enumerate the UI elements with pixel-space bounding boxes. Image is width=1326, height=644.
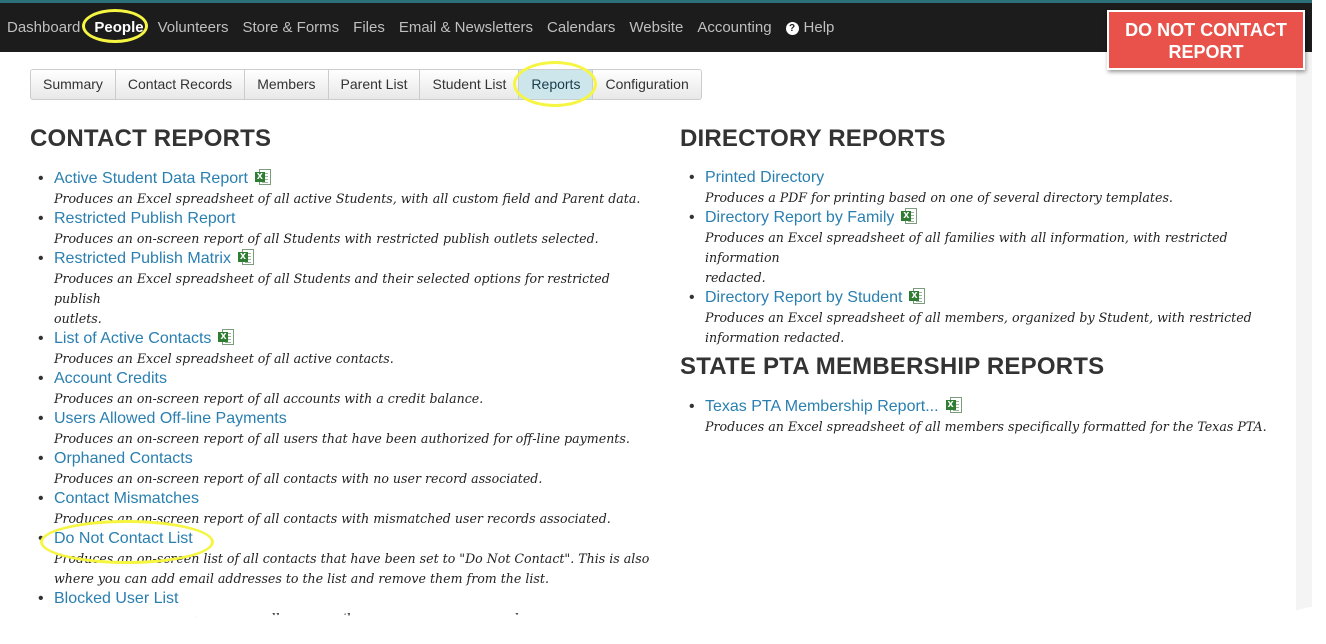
- report-description: Produces an on-screen report of all Stud…: [54, 231, 599, 246]
- tab-configuration[interactable]: Configuration: [593, 70, 700, 99]
- report-description: Produces an on-screen list of all contac…: [54, 551, 650, 566]
- excel-badge: X: [237, 252, 248, 262]
- report-description: Produces an on-screen report of all user…: [54, 431, 630, 446]
- report-description: Produces an Excel spreadsheet of all fam…: [705, 230, 1228, 265]
- report-link-list-of-active-contacts[interactable]: List of Active Contacts: [54, 330, 211, 347]
- nav-item-people[interactable]: People: [82, 9, 150, 43]
- tab-contact-records[interactable]: Contact Records: [116, 70, 246, 99]
- report-item: Texas PTA Membership Report... X Produces …: [681, 397, 1301, 437]
- report-description: Produces an Excel spreadsheet of all act…: [54, 351, 394, 366]
- report-description: Produces an Excel spreadsheet of all Stu…: [54, 271, 610, 306]
- report-item: Active Student Data Report X Produces an E…: [30, 169, 650, 209]
- report-link-restricted-publish-matrix[interactable]: Restricted Publish Matrix: [54, 250, 231, 267]
- report-description: Produces an Excel spreadsheet of all mem…: [705, 419, 1267, 434]
- nav-item-calendars[interactable]: Calendars: [540, 19, 622, 36]
- report-link-directory-report-by-student[interactable]: Directory Report by Student: [705, 289, 902, 306]
- report-link-orphaned-contacts[interactable]: Orphaned Contacts: [54, 450, 193, 467]
- nav-item-label: Accounting: [697, 19, 772, 36]
- report-link-blocked-user-list[interactable]: Blocked User List: [54, 590, 179, 607]
- report-description: Produces an Excel spreadsheet of all act…: [54, 191, 641, 206]
- report-link-do-not-contact-list[interactable]: Do Not Contact List: [54, 530, 193, 547]
- report-item: Users Allowed Off-line Payments Produces …: [30, 409, 650, 449]
- excel-spreadsheet-icon[interactable]: X: [909, 288, 926, 305]
- report-description: Produces an Excel spreadsheet of all mem…: [705, 310, 1252, 325]
- tab-student-list[interactable]: Student List: [420, 70, 520, 99]
- report-description: Produces an on-screen report of all user…: [54, 611, 599, 626]
- report-item: Account Credits Produces an on-screen rep…: [30, 369, 650, 409]
- report-description: Produces an on-screen report of all acco…: [54, 391, 484, 406]
- report-item: Blocked User List Produces an on-screen r…: [30, 589, 650, 626]
- nav-item-website[interactable]: Website: [622, 19, 690, 36]
- people-subnav-tabs: Summary Contact Records Members Parent List…: [30, 61, 702, 107]
- excel-spreadsheet-icon[interactable]: X: [945, 397, 962, 414]
- report-link-directory-report-by-family[interactable]: Directory Report by Family: [705, 209, 894, 226]
- excel-badge: X: [945, 400, 956, 410]
- nav-item-accounting[interactable]: Accounting: [690, 19, 778, 36]
- report-item: Directory Report by Family X Produces an E…: [681, 208, 1301, 288]
- nav-item-label: Dashboard: [7, 19, 81, 36]
- nav-item-label: Help: [803, 19, 835, 36]
- report-link-account-credits[interactable]: Account Credits: [54, 370, 167, 387]
- contact-reports-heading: CONTACT REPORTS: [30, 125, 272, 152]
- report-description: Produces an on-screen report of all cont…: [54, 511, 611, 526]
- report-description: redacted.: [705, 270, 766, 285]
- report-description: outlets.: [54, 311, 102, 326]
- nav-item-email-newsletters[interactable]: Email & Newsletters: [392, 19, 540, 36]
- nav-item-label: People: [94, 19, 144, 36]
- excel-badge: X: [254, 172, 265, 182]
- report-item: Printed Directory Produces a PDF for prin…: [681, 168, 1301, 208]
- question-circle-icon: ?: [785, 22, 799, 35]
- nav-item-files[interactable]: Files: [346, 19, 392, 36]
- state-pta-reports-heading: STATE PTA MEMBERSHIP REPORTS: [680, 353, 1105, 380]
- report-link-texas-pta-membership-report[interactable]: Texas PTA Membership Report...: [705, 398, 939, 415]
- tab-reports[interactable]: Reports: [513, 61, 598, 107]
- tab-summary[interactable]: Summary: [31, 70, 116, 99]
- main-nav: Dashboard People Volunteers Store & Forms Fi…: [0, 3, 841, 52]
- nav-item-label: Volunteers: [157, 19, 229, 36]
- nav-item-label: Email & Newsletters: [398, 19, 534, 36]
- tab-members[interactable]: Members: [245, 70, 329, 99]
- report-item: Directory Report by Student X Produces an …: [681, 288, 1301, 348]
- excel-spreadsheet-icon[interactable]: X: [218, 329, 235, 346]
- excel-spreadsheet-icon[interactable]: X: [254, 169, 271, 186]
- state-pta-reports-list: Texas PTA Membership Report... X Produces …: [681, 397, 1301, 437]
- excel-spreadsheet-icon[interactable]: X: [901, 208, 918, 225]
- report-link-users-allowed-off-line-payments[interactable]: Users Allowed Off-line Payments: [54, 410, 287, 427]
- report-item: Restricted Publish Report Produces an on-…: [30, 209, 650, 249]
- callout-line-1: DO NOT CONTACT: [1125, 20, 1287, 40]
- nav-item-store-forms[interactable]: Store & Forms: [235, 19, 346, 36]
- nav-item-label: Calendars: [547, 19, 616, 36]
- report-link-restricted-publish-report[interactable]: Restricted Publish Report: [54, 210, 235, 227]
- report-link-active-student-data-report[interactable]: Active Student Data Report: [54, 170, 248, 187]
- nav-item-label: Store & Forms: [242, 19, 340, 36]
- nav-item-label: Files: [353, 19, 385, 36]
- report-description: information redacted.: [705, 330, 845, 345]
- excel-badge: X: [901, 211, 912, 221]
- report-description: Produces a PDF for printing based on one…: [705, 190, 1173, 205]
- screenshot-frame: Dashboard People Volunteers Store & Forms Fi…: [0, 0, 1312, 626]
- nav-item-volunteers[interactable]: Volunteers: [151, 19, 236, 36]
- tab-parent-list[interactable]: Parent List: [329, 70, 421, 99]
- report-link-contact-mismatches[interactable]: Contact Mismatches: [54, 490, 199, 507]
- excel-badge: X: [218, 332, 229, 342]
- callout-line-2: REPORT: [1168, 42, 1244, 62]
- report-item: Restricted Publish Matrix X Produces an Ex…: [30, 249, 650, 329]
- report-item: Orphaned Contacts Produces an on-screen r…: [30, 449, 650, 489]
- report-item: Contact Mismatches Produces an on-screen …: [30, 489, 650, 529]
- report-item: Do Not Contact List Produces an on-screen…: [30, 529, 650, 589]
- nav-item-dashboard[interactable]: Dashboard: [0, 19, 87, 36]
- nav-item-label: Website: [629, 19, 684, 36]
- do-not-contact-callout: DO NOT CONTACT REPORT: [1107, 10, 1305, 70]
- report-item: List of Active Contacts X Produces an Exce…: [30, 329, 650, 369]
- report-description: Produces an on-screen report of all cont…: [54, 471, 543, 486]
- directory-reports-list: Printed Directory Produces a PDF for prin…: [681, 168, 1301, 348]
- nav-item-help[interactable]: ? Help: [779, 19, 842, 36]
- directory-reports-heading: DIRECTORY REPORTS: [680, 125, 946, 152]
- report-link-printed-directory[interactable]: Printed Directory: [705, 169, 824, 186]
- excel-spreadsheet-icon[interactable]: X: [237, 249, 254, 266]
- excel-badge: X: [909, 291, 920, 301]
- report-description: where you can add email addresses to the…: [54, 571, 549, 586]
- contact-reports-list: Active Student Data Report X Produces an E…: [30, 169, 650, 626]
